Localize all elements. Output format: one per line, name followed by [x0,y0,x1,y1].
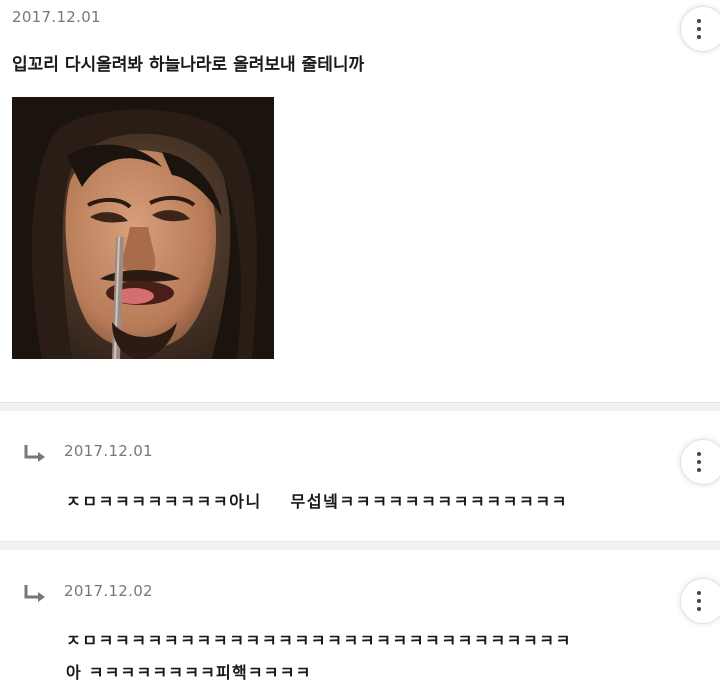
more-vertical-icon [697,452,701,472]
more-vertical-icon [697,591,701,611]
post-image[interactable] [12,97,274,359]
post-text: 입꼬리 다시올려봐 하늘나라로 올려보내 줄테니까 [12,55,365,75]
reply-text-line-2: 아 ㅋㅋㅋㅋㅋㅋㅋㅋ피핵ㅋㅋㅋㅋ [66,663,312,682]
reply-arrow-icon [24,585,45,602]
post-card: 2017.12.01 입꼬리 다시올려봐 하늘나라로 올려보내 줄테니까 [0,0,720,402]
reply-date: 2017.12.02 [64,582,153,600]
reply-item: 2017.12.02 ㅈㅁㅋㅋㅋㅋㅋㅋㅋㅋㅋㅋㅋㅋㅋㅋㅋㅋㅋㅋㅋㅋㅋㅋㅋㅋㅋㅋㅋ… [0,550,720,685]
more-vertical-icon [697,19,701,39]
reply-item: 2017.12.01 ㅈㅁㅋㅋㅋㅋㅋㅋㅋㅋ아니 무섭넼ㅋㅋㅋㅋㅋㅋㅋㅋㅋㅋㅋㅋㅋ… [0,411,720,541]
reply-arrow-icon [24,445,45,462]
reply-more-button[interactable] [680,578,720,624]
post-more-button[interactable] [680,6,720,52]
post-date: 2017.12.01 [12,8,101,26]
reply-text-line-1: ㅈㅁㅋㅋㅋㅋㅋㅋㅋㅋㅋㅋㅋㅋㅋㅋㅋㅋㅋㅋㅋㅋㅋㅋㅋㅋㅋㅋㅋㅋㅋ [66,631,572,650]
reply-more-button[interactable] [680,439,720,485]
reply-text: ㅈㅁㅋㅋㅋㅋㅋㅋㅋㅋ아니 무섭넼ㅋㅋㅋㅋㅋㅋㅋㅋㅋㅋㅋㅋㅋㅋ [66,492,568,511]
face-photo-illustration [12,97,274,359]
reply-date: 2017.12.01 [64,442,153,460]
